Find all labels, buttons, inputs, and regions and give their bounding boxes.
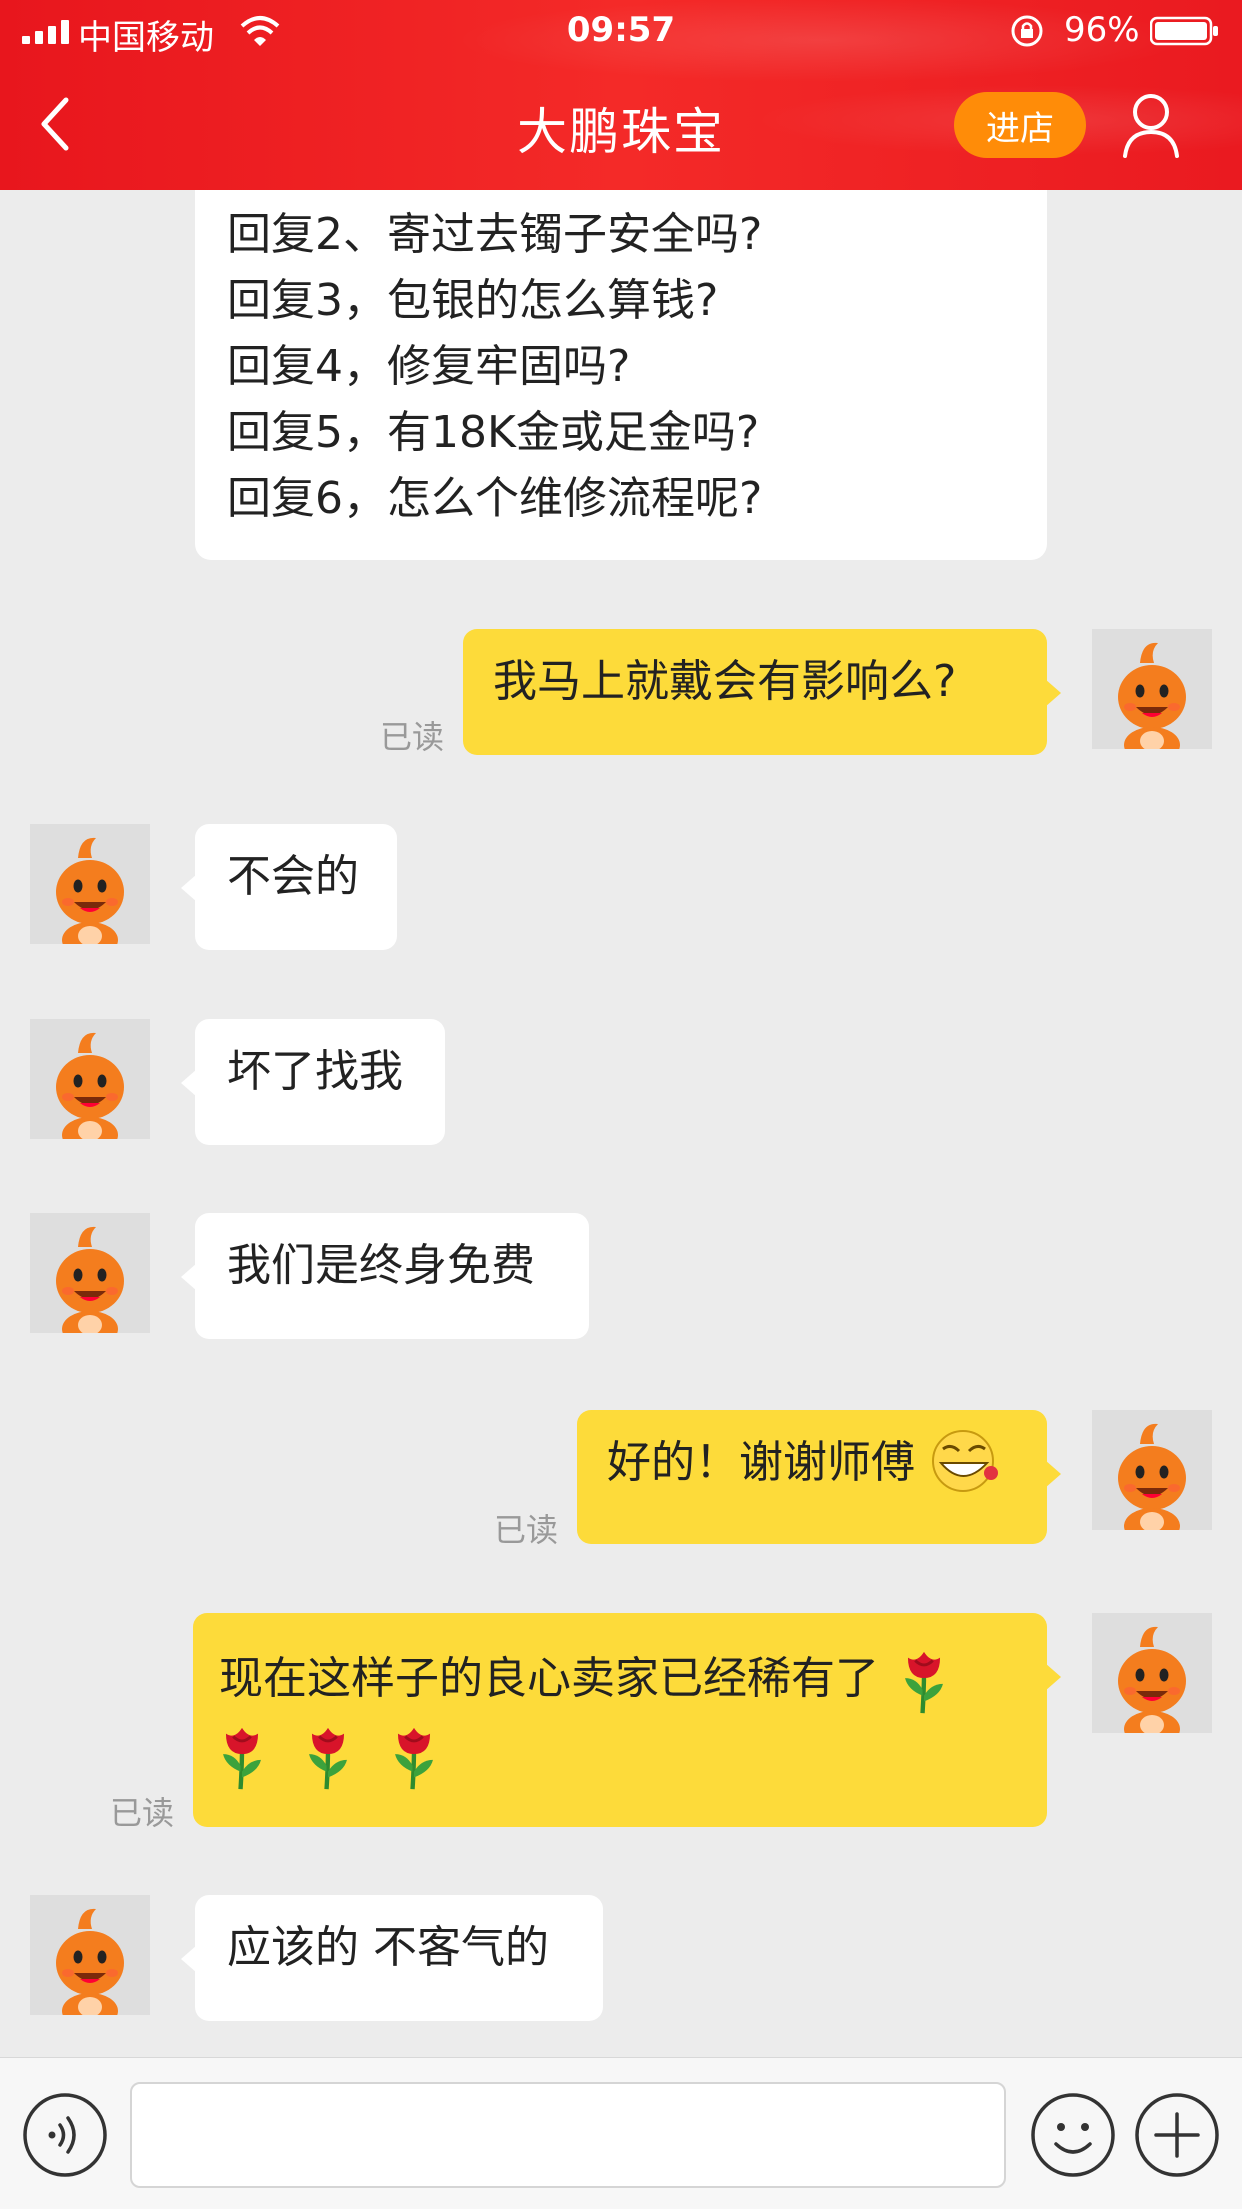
- nav-bar: 大鹏珠宝 进店: [0, 62, 1242, 190]
- plus-icon[interactable]: [1134, 2092, 1220, 2178]
- message-bubble-sent: 现在这样子的良心卖家已经稀有了: [193, 1613, 1061, 1827]
- message-text: 坏了找我: [227, 1046, 403, 1097]
- status-bar: 中国移动 09:57 96%: [0, 0, 1242, 62]
- message-text: 回复2、寄过去镯子安全吗?: [227, 209, 763, 260]
- avatar-seller[interactable]: [30, 1019, 150, 1139]
- rose-icon: [901, 1646, 947, 1716]
- enter-store-button[interactable]: 进店: [954, 92, 1086, 158]
- message-text: 回复6，怎么个维修流程呢?: [227, 473, 763, 524]
- input-bar: [0, 2057, 1242, 2209]
- avatar-self[interactable]: [1092, 1613, 1212, 1733]
- avatar-self[interactable]: [1092, 629, 1212, 749]
- avatar-seller[interactable]: [30, 1213, 150, 1333]
- message-text: 我马上就戴会有影响么?: [493, 656, 957, 707]
- read-status: 已读: [380, 718, 445, 756]
- message-text: 回复4，修复牢固吗?: [227, 341, 631, 392]
- user-icon[interactable]: [1122, 92, 1180, 158]
- battery-icon: [1150, 16, 1218, 46]
- rose-icon: [219, 1722, 265, 1792]
- grin-emoji-icon: [932, 1430, 998, 1492]
- message-text: 不会的: [227, 851, 359, 902]
- message-text: 现在这样子的良心卖家已经稀有了: [219, 1653, 879, 1704]
- message-text: 好的！谢谢师傅: [607, 1437, 915, 1488]
- clock: 09:57: [566, 10, 676, 50]
- message-bubble-sent: 我马上就戴会有影响么?: [463, 629, 1061, 755]
- message-text: 应该的 不客气的: [227, 1922, 549, 1973]
- message-text: 回复3，包银的怎么算钱?: [227, 275, 719, 326]
- battery-percent: 96%: [1064, 10, 1140, 50]
- message-bubble-received: 坏了找我: [181, 1019, 445, 1145]
- message-bubble-received: 回复2、寄过去镯子安全吗? 回复3，包银的怎么算钱? 回复4，修复牢固吗? 回复…: [195, 176, 1047, 560]
- rose-icon: [391, 1722, 437, 1792]
- message-input[interactable]: [130, 2082, 1006, 2188]
- message-text: 回复5，有18K金或足金吗?: [227, 407, 760, 458]
- read-status: 已读: [494, 1511, 559, 1549]
- read-status: 已读: [110, 1794, 175, 1832]
- rose-icon: [305, 1722, 351, 1792]
- message-bubble-received: 应该的 不客气的: [181, 1895, 603, 2021]
- avatar-seller[interactable]: [30, 824, 150, 944]
- avatar-self[interactable]: [1092, 1410, 1212, 1530]
- app-header: 中国移动 09:57 96% 大鹏珠宝 进店: [0, 0, 1242, 190]
- message-bubble-received: 不会的: [181, 824, 397, 950]
- rotation-lock-icon: [1011, 15, 1043, 47]
- smile-icon[interactable]: [1030, 2092, 1116, 2178]
- voice-icon[interactable]: [22, 2092, 108, 2178]
- message-bubble-received: 我们是终身免费: [181, 1213, 589, 1339]
- avatar-seller[interactable]: [30, 1895, 150, 2015]
- message-bubble-sent: 好的！谢谢师傅: [577, 1410, 1061, 1544]
- message-text: 我们是终身免费: [227, 1240, 535, 1291]
